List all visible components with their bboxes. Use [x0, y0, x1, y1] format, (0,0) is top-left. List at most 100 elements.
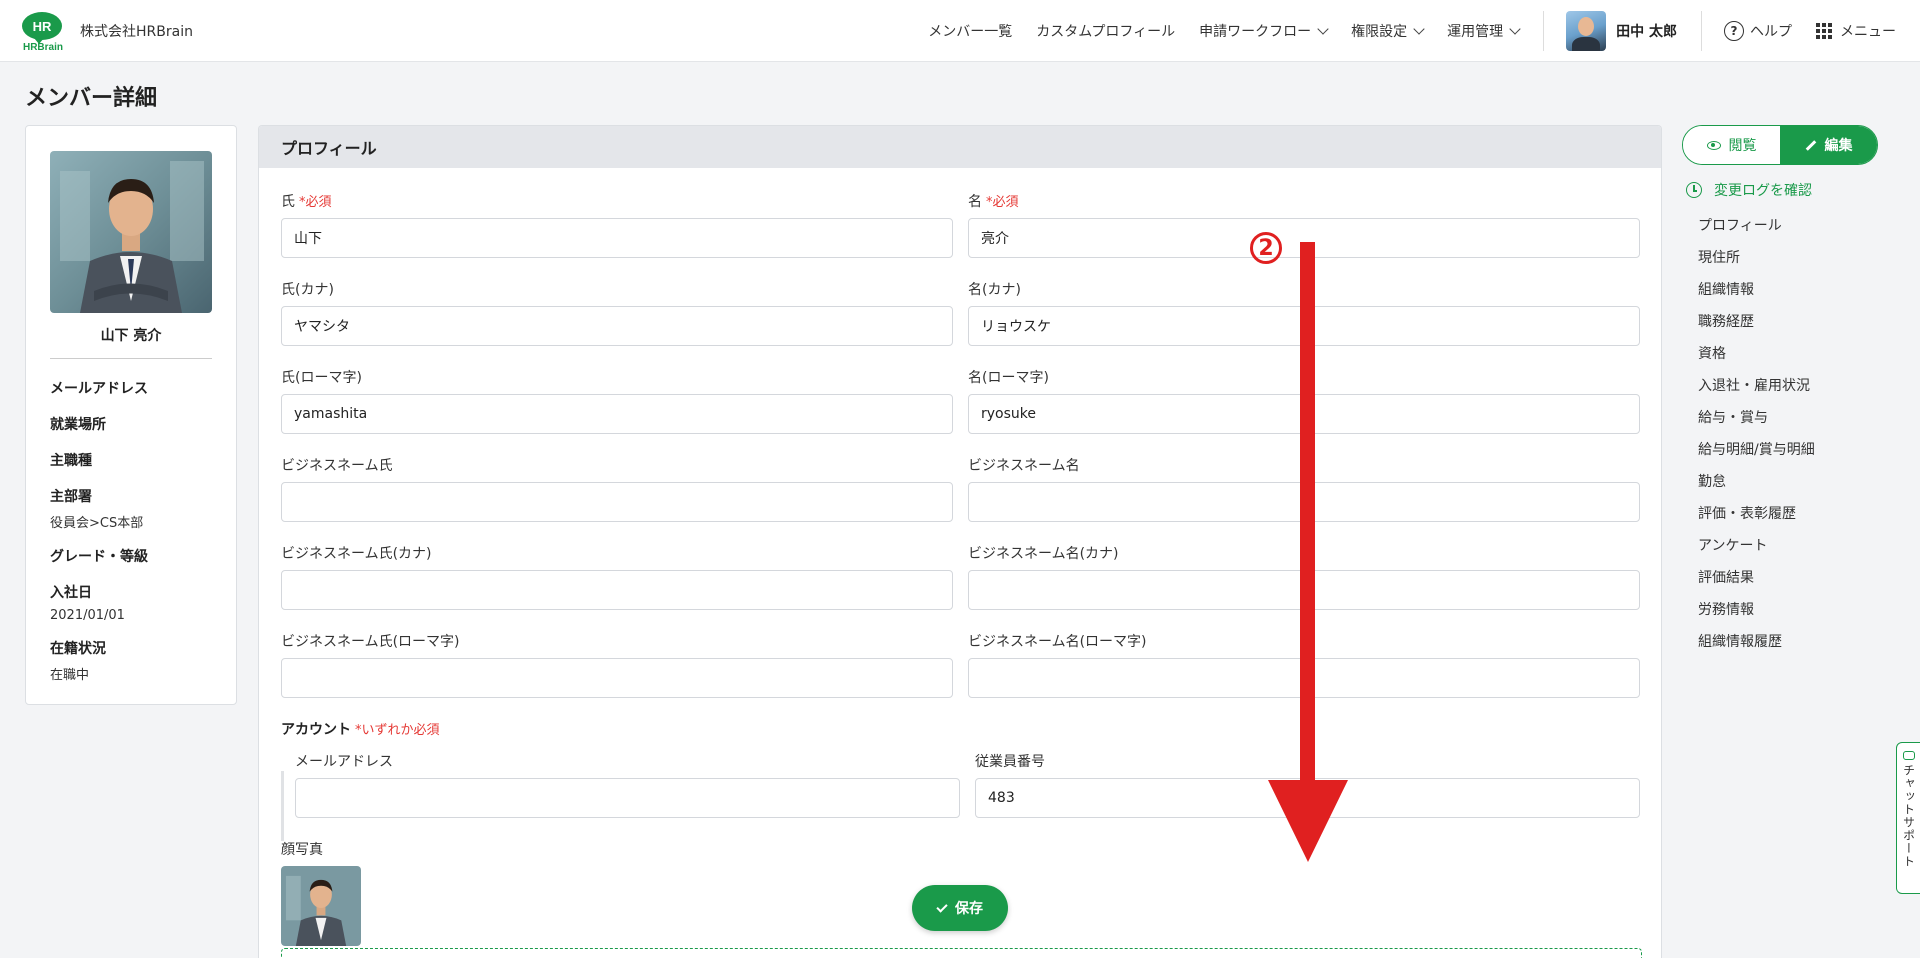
check-icon: [936, 900, 948, 913]
section-title: プロフィール: [259, 126, 1661, 168]
photo-drop-zone[interactable]: [281, 948, 1642, 958]
top-header: HR HRBrain 株式会社HRBrain メンバー一覧 カスタムプロフィール…: [0, 0, 1920, 62]
toc-item-org-history[interactable]: 組織情報履歴: [1698, 632, 1815, 664]
view-mode-button[interactable]: 閲覧: [1683, 126, 1780, 164]
toc-item-profile[interactable]: プロフィール: [1698, 216, 1815, 248]
biz-last-roman-label: ビジネスネーム氏(ローマ字): [281, 634, 460, 650]
chevron-down-icon: [1413, 23, 1425, 35]
label-text: 名: [968, 194, 982, 210]
toc-item-qualifications[interactable]: 資格: [1698, 344, 1815, 376]
first-roman-label: 名(ローマ字): [968, 370, 1049, 386]
nav-workflow[interactable]: 申請ワークフロー: [1199, 21, 1329, 41]
info-value: 在職中: [50, 668, 90, 683]
info-label: 就業場所: [50, 417, 106, 433]
toc-item-salary[interactable]: 給与・賞与: [1698, 408, 1815, 440]
info-label: グレード・等級: [50, 549, 148, 565]
info-job-type: 主職種: [50, 450, 92, 470]
grid-menu-icon: [1816, 23, 1832, 39]
nav-permissions[interactable]: 権限設定: [1351, 21, 1425, 41]
last-roman-input[interactable]: yamashita: [281, 394, 953, 434]
last-name-label: 氏 *必須: [281, 191, 332, 211]
nav-operations[interactable]: 運用管理: [1447, 21, 1521, 41]
toc-item-address[interactable]: 現住所: [1698, 248, 1815, 280]
member-summary-card: 山下 亮介 メールアドレス 就業場所 主職種 主部署 役員会>CS本部 グレード・…: [25, 125, 237, 705]
info-label: 在籍状況: [50, 641, 106, 657]
toc-item-labor[interactable]: 労務情報: [1698, 600, 1815, 632]
chat-support-tab[interactable]: チャットサポート: [1896, 742, 1920, 894]
profile-form-panel: プロフィール 氏 *必須 山下 名 *必須 亮介 氏(カナ) ヤマシタ 名(カナ) …: [258, 125, 1662, 958]
edit-label: 編集: [1824, 138, 1853, 154]
clock-icon: [1686, 182, 1702, 198]
last-kana-input[interactable]: ヤマシタ: [281, 306, 953, 346]
biz-last-label: ビジネスネーム氏: [281, 458, 393, 474]
card-divider: [50, 358, 212, 359]
edit-mode-button[interactable]: 編集: [1780, 126, 1877, 164]
biz-last-roman-input[interactable]: [281, 658, 953, 698]
hrbrain-logo[interactable]: HR HRBrain: [22, 12, 64, 53]
help-label: ヘルプ: [1750, 24, 1792, 40]
last-kana-label: 氏(カナ): [281, 282, 334, 298]
employee-number-label: 従業員番号: [975, 754, 1045, 770]
toc-item-payslip[interactable]: 給与明細/賞与明細: [1698, 440, 1815, 472]
face-photo-thumbnail[interactable]: [281, 866, 361, 946]
info-grade: グレード・等級: [50, 546, 148, 566]
toc-item-attendance[interactable]: 勤怠: [1698, 472, 1815, 504]
chat-support-label: チャットサポート: [1901, 764, 1916, 868]
view-edit-toggle: 閲覧 編集: [1682, 125, 1878, 165]
changelog-link[interactable]: 変更ログを確認: [1686, 180, 1812, 200]
account-group-bar: [281, 771, 284, 841]
global-nav: メンバー一覧 カスタムプロフィール 申請ワークフロー 権限設定 運用管理 田中 …: [928, 0, 1920, 62]
nav-label: カスタムプロフィール: [1036, 24, 1176, 40]
toc-item-evaluation-history[interactable]: 評価・表彰履歴: [1698, 504, 1815, 536]
account-label: アカウント *いずれか必須: [281, 719, 440, 739]
toc-item-employment[interactable]: 入退社・雇用状況: [1698, 376, 1815, 408]
account-email-input[interactable]: [295, 778, 960, 818]
chat-bubble-icon: [1903, 751, 1915, 760]
info-label: 主部署: [50, 489, 92, 505]
info-value: 2021/01/01: [50, 608, 125, 623]
biz-last-input[interactable]: [281, 482, 953, 522]
label-text: アカウント: [281, 722, 351, 738]
info-email: メールアドレス: [50, 378, 148, 398]
first-kana-label: 名(カナ): [968, 282, 1021, 298]
logo-mark: HR: [22, 12, 62, 44]
biz-first-roman-label: ビジネスネーム名(ローマ字): [968, 634, 1147, 650]
member-photo: [50, 151, 212, 313]
menu-label: メニュー: [1840, 24, 1896, 40]
biz-last-kana-label: ビジネスネーム氏(カナ): [281, 546, 432, 562]
face-photo-label: 顔写真: [281, 842, 323, 858]
chevron-down-icon: [1317, 23, 1329, 35]
info-status: 在籍状況 在職中: [50, 638, 106, 683]
toc-item-survey[interactable]: アンケート: [1698, 536, 1815, 568]
user-name: 田中 太郎: [1616, 24, 1677, 40]
biz-last-kana-input[interactable]: [281, 570, 953, 610]
changelog-label: 変更ログを確認: [1714, 183, 1812, 199]
nav-label: 運用管理: [1447, 24, 1504, 40]
save-button[interactable]: 保存: [912, 885, 1008, 931]
first-name-label: 名 *必須: [968, 191, 1019, 211]
toc-item-evaluation-results[interactable]: 評価結果: [1698, 568, 1815, 600]
required-mark: *必須: [986, 195, 1019, 210]
company-name: 株式会社HRBrain: [80, 24, 193, 40]
info-department: 主部署 役員会>CS本部: [50, 486, 143, 531]
required-mark: *必須: [299, 195, 332, 210]
pencil-icon: [1805, 139, 1816, 151]
nav-member-list[interactable]: メンバー一覧: [928, 21, 1012, 41]
nav-custom-profile[interactable]: カスタムプロフィール: [1036, 21, 1175, 41]
info-label: 主職種: [50, 453, 92, 469]
last-name-input[interactable]: 山下: [281, 218, 953, 258]
nav-label: メンバー一覧: [928, 24, 1013, 40]
help-link[interactable]: ? ヘルプ: [1724, 21, 1792, 41]
toc-item-career[interactable]: 職務経歴: [1698, 312, 1815, 344]
user-menu[interactable]: 田中 太郎: [1566, 11, 1677, 51]
nav-divider: [1701, 11, 1702, 51]
info-workplace: 就業場所: [50, 414, 106, 434]
member-name: 山下 亮介: [100, 328, 162, 344]
nav-label: 申請ワークフロー: [1199, 24, 1312, 40]
nav-label: 権限設定: [1351, 24, 1408, 40]
biz-first-label: ビジネスネーム名: [968, 458, 1080, 474]
menu-button[interactable]: メニュー: [1816, 21, 1896, 41]
section-toc: プロフィール 現住所 組織情報 職務経歴 資格 入退社・雇用状況 給与・賞与 給…: [1698, 216, 1815, 664]
last-roman-label: 氏(ローマ字): [281, 370, 362, 386]
toc-item-organization[interactable]: 組織情報: [1698, 280, 1815, 312]
